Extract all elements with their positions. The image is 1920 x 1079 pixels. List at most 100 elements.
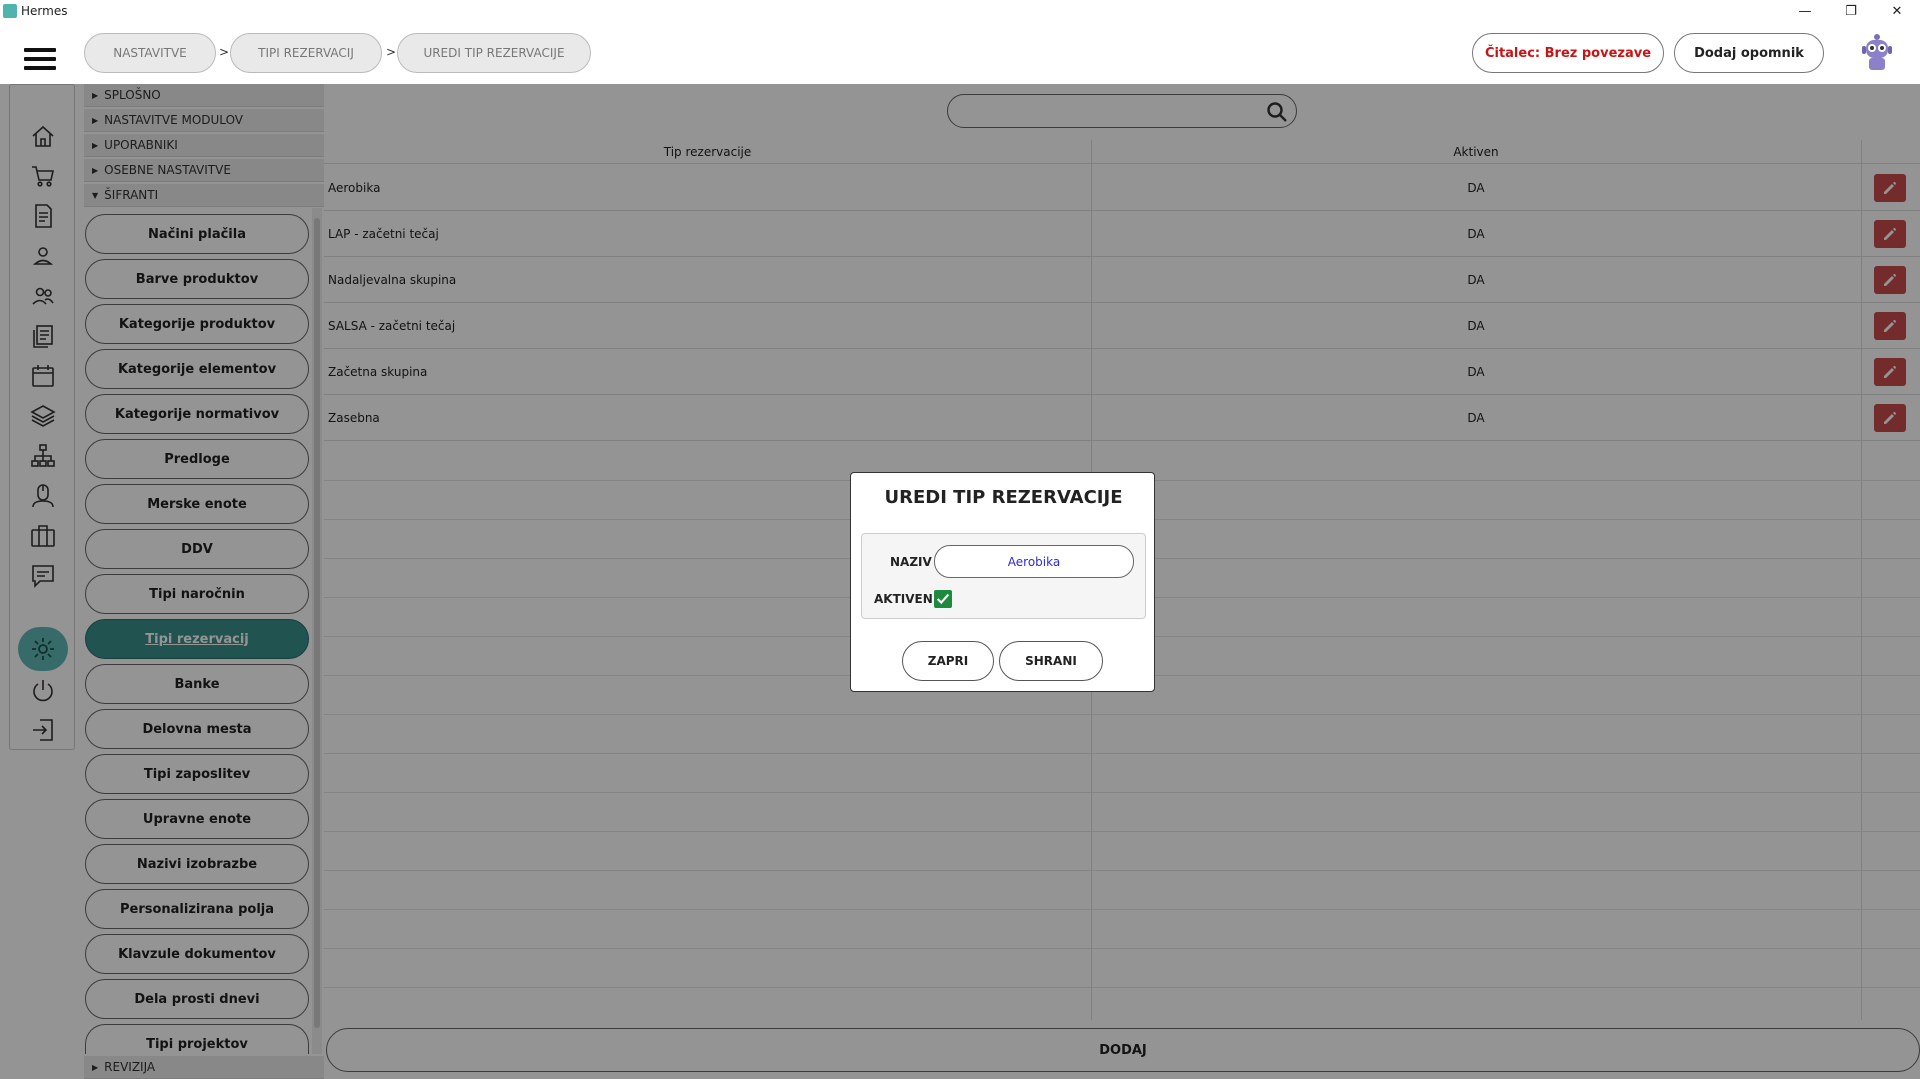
logout-icon[interactable] [30,717,56,743]
empty-row-line [324,870,1920,871]
search-icon[interactable] [1266,101,1288,123]
naziv-field[interactable] [934,545,1134,578]
naziv-label: NAZIV [890,555,932,569]
chat-icon[interactable] [30,563,56,589]
expand-triangle-icon: ▶ [92,140,99,150]
sidebar-item-banke[interactable]: Banke [85,664,309,704]
table-row[interactable]: Aerobika DA [324,165,1920,211]
sidebar-item-kategorije-normativov[interactable]: Kategorije normativov [85,394,309,434]
sidebar-item-predloge[interactable]: Predloge [85,439,309,479]
cell-tip: Zasebna [328,411,380,425]
pencil-icon [1884,320,1896,332]
column-header-tip[interactable]: Tip rezervacije [324,140,1091,164]
network-icon[interactable] [30,443,56,469]
cell-aktiven: DA [1467,365,1485,379]
sidebar-item-merske-enote[interactable]: Merske enote [85,484,309,524]
sidebar-item-klavzule-dokumentov[interactable]: Klavzule dokumentov [85,934,309,974]
breadcrumb-uredi-tip-rezervacije[interactable]: UREDI TIP REZERVACIJE [397,33,591,73]
edit-button[interactable] [1874,266,1906,294]
sidebar-item-tipi-projektov[interactable]: Tipi projektov [85,1024,309,1054]
edit-button[interactable] [1874,312,1906,340]
reader-status-button[interactable]: Čitalec: Brez povezave [1472,33,1664,73]
empty-row-line [324,753,1920,754]
documents-icon[interactable] [30,323,56,349]
edit-button[interactable] [1874,404,1906,432]
briefcase-icon[interactable] [30,523,56,549]
section-sifranti[interactable]: ▼ ŠIFRANTI [84,184,324,207]
sidebar-item-personalizirana-polja[interactable]: Personalizirana polja [85,889,309,929]
app-header: NASTAVITVE > TIPI REZERVACIJ > UREDI TIP… [0,22,1920,84]
empty-row-line [324,987,1920,988]
dialog-title: UREDI TIP REZERVACIJE [884,487,1123,508]
column-header-aktiven[interactable]: Aktiven [1091,140,1861,164]
expand-triangle-icon: ▶ [92,165,99,175]
minimize-button[interactable]: — [1782,0,1828,22]
section-label: SPLOŠNO [104,88,161,102]
table-row[interactable]: SALSA - začetni tečaj DA [324,303,1920,349]
sidebar-item-ddv[interactable]: DDV [85,529,309,569]
aktiven-checkbox[interactable] [934,590,952,608]
section-nastavitve-modulov[interactable]: ▶ NASTAVITVE MODULOV [84,109,324,132]
section-label: UPORABNIKI [104,138,178,152]
breadcrumb-separator: > [219,45,230,59]
empty-row-line [324,714,1920,715]
edit-reservation-type-dialog: UREDI TIP REZERVACIJE NAZIV AKTIVEN ZAPR… [850,472,1155,692]
sidebar-scrollbar-thumb[interactable] [314,218,320,1028]
sidebar-item-tipi-narocnin[interactable]: Tipi naročnin [85,574,309,614]
sidebar-item-nazivi-izobrazbe[interactable]: Nazivi izobrazbe [85,844,309,884]
edit-button[interactable] [1874,220,1906,248]
table-row[interactable]: Nadaljevalna skupina DA [324,257,1920,303]
close-button[interactable]: ZAPRI [902,641,994,681]
sidebar-item-nacini-placila[interactable]: Načini plačila [85,214,309,254]
section-splosno[interactable]: ▶ SPLOŠNO [84,84,324,107]
breadcrumb-tipi-rezervacij[interactable]: TIPI REZERVACIJ [230,33,382,73]
window-title: Hermes [21,4,68,18]
add-button[interactable]: DODAJ [326,1028,1920,1072]
table-row[interactable]: Začetna skupina DA [324,349,1920,395]
people-icon[interactable] [30,283,56,309]
close-window-button[interactable]: ✕ [1874,0,1920,22]
add-reminder-button[interactable]: Dodaj opomnik [1674,33,1824,73]
cell-tip: LAP - začetni tečaj [328,227,439,241]
sidebar-item-dela-prosti-dnevi[interactable]: Dela prosti dnevi [85,979,309,1019]
restore-button[interactable]: ❐ [1828,0,1874,22]
mouse-icon[interactable] [30,483,56,509]
edit-button[interactable] [1874,174,1906,202]
section-osebne-nastavitve[interactable]: ▶ OSEBNE NASTAVITVE [84,159,324,182]
save-button[interactable]: SHRANI [999,641,1103,681]
sidebar-item-upravne-enote[interactable]: Upravne enote [85,799,309,839]
home-icon[interactable] [30,123,56,149]
dialog-form: NAZIV AKTIVEN [861,533,1146,619]
calendar-icon[interactable] [30,363,56,389]
table-row[interactable]: LAP - začetni tečaj DA [324,211,1920,257]
layers-icon[interactable] [30,403,56,429]
checkmark-icon [936,593,950,605]
sidebar-item-kategorije-elementov[interactable]: Kategorije elementov [85,349,309,389]
gear-icon[interactable] [30,636,56,662]
pencil-icon [1884,366,1896,378]
aktiven-label: AKTIVEN [874,592,933,606]
cart-icon[interactable] [30,163,56,189]
settings-sidebar: ▶ SPLOŠNO ▶ NASTAVITVE MODULOV ▶ UPORABNIKI… [84,84,324,1079]
power-icon[interactable] [30,677,56,703]
edit-button[interactable] [1874,358,1906,386]
sidebar-item-tipi-zaposlitev[interactable]: Tipi zaposlitev [85,754,309,794]
search-input[interactable] [947,94,1297,128]
table-row[interactable]: Zasebna DA [324,395,1920,441]
cell-aktiven: DA [1467,227,1485,241]
breadcrumb-nastavitve[interactable]: NASTAVITVE [84,33,216,73]
sidebar-item-delovna-mesta[interactable]: Delovna mesta [85,709,309,749]
section-uporabniki[interactable]: ▶ UPORABNIKI [84,134,324,157]
sidebar-item-tipi-rezervacij[interactable]: Tipi rezervacij [85,619,309,659]
document-icon[interactable] [30,203,56,229]
app-icon [3,4,17,18]
sidebar-item-barve-produktov[interactable]: Barve produktov [85,259,309,299]
hamburger-menu-icon[interactable] [24,48,56,70]
cell-tip: SALSA - začetni tečaj [328,319,456,333]
cell-tip: Nadaljevalna skupina [328,273,457,287]
avatar[interactable] [1858,32,1896,72]
section-revizija[interactable]: ▶ REVIZIJA [84,1056,324,1079]
sidebar-item-kategorije-produktov[interactable]: Kategorije produktov [85,304,309,344]
cell-aktiven: DA [1467,319,1485,333]
person-icon[interactable] [30,243,56,269]
